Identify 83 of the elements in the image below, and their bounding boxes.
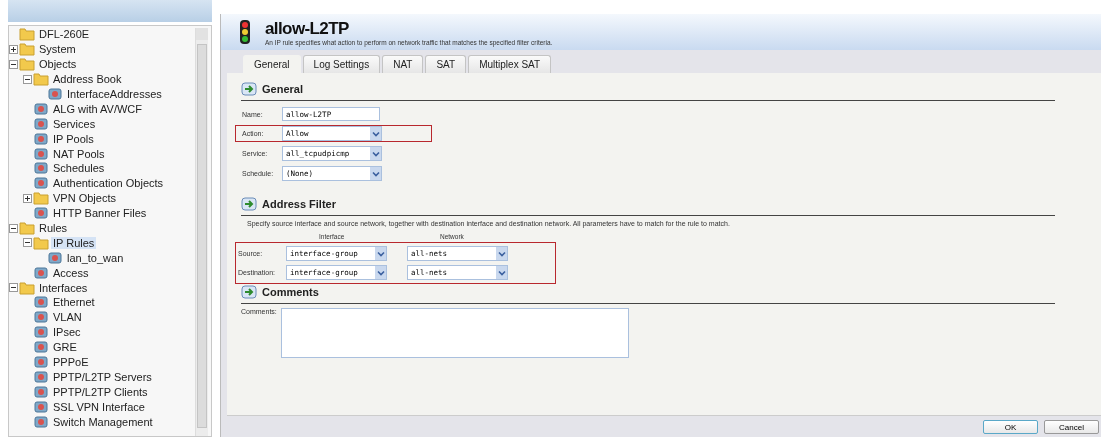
collapse-icon[interactable] [23,74,32,84]
tree-item[interactable]: IP Rules [51,236,97,249]
tree-item[interactable]: Interfaces [37,281,90,294]
dropdown-caret-icon [370,147,381,160]
dropdown-caret-icon [375,247,386,260]
tree-item[interactable]: Schedules [51,162,107,175]
folder-icon [19,280,35,295]
tree-item[interactable]: Switch Management [51,415,155,428]
tree-item[interactable]: ALG with AV/WCF [51,102,145,115]
tab[interactable]: Log Settings [302,55,381,73]
item-icon [33,161,49,176]
tab[interactable]: Multiplex SAT [468,55,552,73]
item-icon [33,325,49,340]
traffic-light-icon [239,20,251,44]
section-title: General [262,83,303,95]
tree-item[interactable]: System [37,43,78,56]
item-icon [33,340,49,355]
tree-item[interactable]: NAT Pools [51,147,107,160]
collapse-icon[interactable] [9,283,18,293]
scrollbar[interactable] [195,28,208,436]
item-icon [47,87,63,101]
tree-item[interactable]: PPPoE [51,356,91,369]
tree-item[interactable]: Rules [37,222,70,234]
tree-item[interactable]: VLAN [51,311,84,324]
tree-item[interactable]: IP Pools [51,132,96,145]
item-icon [33,265,49,280]
folder-icon [19,27,35,42]
expand-icon[interactable] [9,44,18,54]
item-icon [33,116,49,131]
item-icon [33,206,49,221]
expand-icon[interactable] [23,193,32,203]
item-icon [33,310,49,325]
folder-icon [33,235,49,250]
tab[interactable]: NAT [382,55,424,73]
folder-icon [33,72,49,87]
item-icon [33,101,49,116]
folder-icon [19,42,35,57]
tab[interactable]: General [243,55,301,73]
tree-item[interactable]: Access [51,266,91,279]
section-title: Comments [262,286,319,298]
tab[interactable]: SAT [425,55,467,73]
tree-item[interactable]: Services [51,117,98,130]
item-icon [33,414,49,429]
dropdown-caret-icon [375,266,386,279]
tree-item[interactable]: VPN Objects [51,192,118,205]
item-icon [33,295,49,310]
item-icon [47,250,63,265]
dropdown-caret-icon [496,247,507,260]
scrollbar-thumb[interactable] [197,44,207,428]
tree-item[interactable]: lan_to_wan [65,251,126,264]
tree-item[interactable]: Authentication Objects [51,177,166,190]
item-icon [33,176,49,191]
tree-item[interactable]: Ethernet [51,296,97,309]
item-icon [33,146,49,161]
tree-item[interactable]: IPsec [51,326,83,339]
item-icon [33,399,49,414]
tree-item[interactable]: GRE [51,341,79,354]
tree-item[interactable]: HTTP Banner Files [51,207,149,220]
folder-icon [33,191,49,206]
folder-icon [19,221,35,235]
item-icon [33,369,49,384]
tree-item[interactable]: PPTP/L2TP Clients [51,385,150,398]
collapse-icon[interactable] [9,59,18,69]
tree-item[interactable]: Address Book [51,73,124,86]
dropdown-caret-icon [370,127,381,140]
item-icon [33,131,49,146]
collapse-icon[interactable] [9,223,18,233]
tree-item[interactable]: Objects [37,58,79,71]
comments-field[interactable] [281,308,629,358]
tree-item[interactable]: DFL-260E [37,28,92,41]
dropdown-caret-icon [496,266,507,279]
dialog-button[interactable]: Cancel [1044,420,1099,434]
item-icon [33,355,49,370]
dialog-button[interactable]: OK [983,420,1038,434]
section-title: Address Filter [262,198,336,210]
tree-item[interactable]: InterfaceAddresses [65,88,164,100]
page-title: allow-L2TP [265,18,350,39]
tree-item[interactable]: SSL VPN Interface [51,400,147,413]
item-icon [33,384,49,399]
tree-item[interactable]: PPTP/L2TP Servers [51,370,154,383]
folder-icon [19,57,35,72]
collapse-icon[interactable] [23,238,32,248]
dropdown-caret-icon [370,167,381,180]
